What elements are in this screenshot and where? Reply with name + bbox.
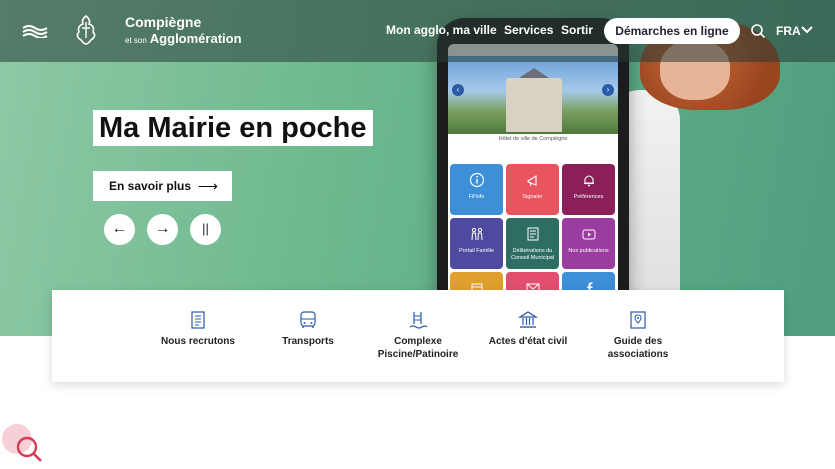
tile-signaler: Signaler (506, 164, 559, 215)
tile-label: Préférences (573, 194, 604, 200)
quick-link-label: Complexe Piscine/Patinoire (377, 336, 459, 360)
play-icon (582, 229, 595, 240)
tile-label: Nos publications (568, 248, 609, 254)
quick-link-transports[interactable]: Transports (253, 310, 363, 349)
quick-link-label: Nous recrutons (161, 336, 235, 347)
info-icon (469, 172, 484, 188)
brand-title[interactable]: Compiègne (125, 14, 201, 30)
phone-screen: ‹ › Hôtel de ville de Compiègne Fil'info… (448, 44, 618, 304)
bell-icon (583, 175, 594, 187)
en-savoir-plus-button[interactable]: En savoir plus ⟶ (93, 171, 232, 201)
search-icon[interactable] (14, 434, 44, 464)
arrow-right-icon: → (154, 220, 171, 237)
page: ‹ › Hôtel de ville de Compiègne Fil'info… (0, 0, 835, 469)
carousel-prev-button[interactable]: ← (104, 214, 135, 245)
quick-link-piscine[interactable]: Complexe Piscine/Patinoire (363, 310, 473, 361)
arrow-right-icon: ⟶ (197, 178, 218, 194)
town-hall-photo (448, 56, 618, 134)
brand-sub-text: Agglomération (149, 31, 242, 46)
cta-label: En savoir plus (109, 179, 192, 193)
pool-ladder-icon (409, 312, 428, 329)
language-selector[interactable]: FRA (776, 24, 801, 38)
tile-label: Portail Famille (459, 248, 494, 254)
tile-publications: Nos publications (562, 218, 615, 269)
document-icon (527, 227, 538, 241)
quick-link-label: Transports (282, 336, 334, 347)
pause-icon: || (202, 221, 209, 236)
megaphone-icon (526, 175, 537, 187)
tile-filinfo: Fil'info (450, 164, 503, 215)
map-pin-icon (630, 311, 646, 329)
tile-preferences: Préférences (562, 164, 615, 215)
nav-services[interactable]: Services (504, 23, 553, 37)
quick-links-panel: Nous recrutons Transports Complexe Pisci… (52, 290, 784, 382)
site-header: Compiègne et son Agglomération Mon agglo,… (0, 0, 835, 62)
nav-mon-agglo[interactable]: Mon agglo, ma ville (386, 23, 497, 37)
tile-label: Signaler (522, 194, 543, 200)
city-emblem-icon[interactable] (73, 14, 99, 46)
city-hall-icon (518, 311, 538, 328)
job-document-icon (191, 311, 205, 329)
tile-label: Fil'info (468, 194, 485, 200)
brand-subtitle[interactable]: et son Agglomération (125, 31, 242, 46)
photo-caption: Hôtel de ville de Compiègne (498, 136, 568, 142)
screen-next-icon: › (602, 84, 614, 96)
bus-icon (300, 311, 316, 328)
carousel-pause-button[interactable]: || (190, 214, 221, 245)
screen-prev-icon: ‹ (452, 84, 464, 96)
nav-sortir[interactable]: Sortir (561, 23, 593, 37)
brand-sub-small: et son (125, 36, 147, 45)
quick-link-associations[interactable]: Guide des associations (583, 310, 693, 361)
carousel-next-button[interactable]: → (147, 214, 178, 245)
hero-title: Ma Mairie en poche (93, 110, 373, 146)
tile-portail-famille: Portail Famille (450, 218, 503, 269)
quick-link-label: Actes d'état civil (488, 336, 568, 347)
demarches-en-ligne-button[interactable]: Démarches en ligne (604, 18, 740, 44)
menu-wave-icon[interactable] (22, 24, 48, 38)
chevron-down-icon[interactable] (801, 25, 813, 35)
arrow-left-icon: ← (111, 220, 128, 237)
tile-label: Délibérations du Conseil Municipal (510, 248, 555, 261)
quick-link-etat-civil[interactable]: Actes d'état civil (473, 310, 583, 349)
building-shape (506, 78, 562, 132)
quick-link-recrutons[interactable]: Nous recrutons (143, 310, 253, 349)
quick-link-label: Guide des associations (607, 336, 669, 360)
family-icon (471, 227, 482, 241)
tile-deliberations: Délibérations du Conseil Municipal (506, 218, 559, 269)
search-icon[interactable] (750, 23, 766, 39)
